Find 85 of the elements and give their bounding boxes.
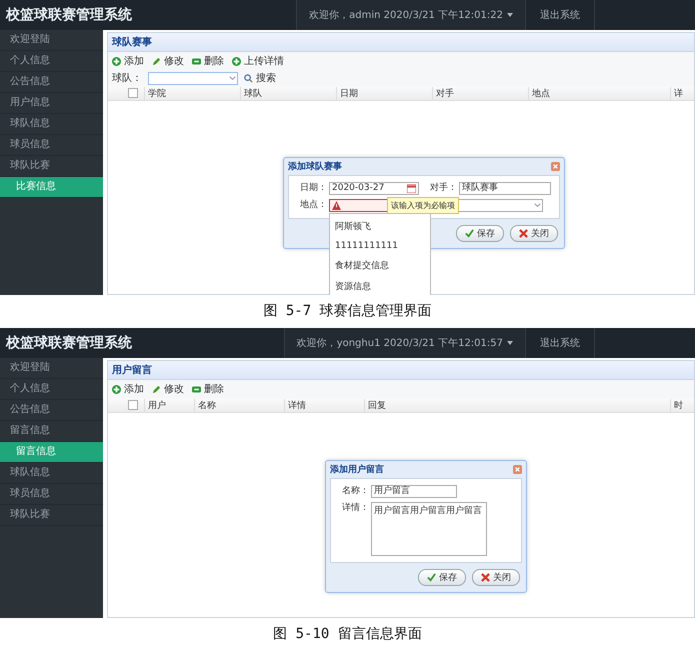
field-label: 对手： <box>429 182 457 194</box>
column-header[interactable]: 日期 <box>336 86 432 100</box>
user-menu[interactable]: 欢迎你，yonghu1 2020/3/21 下午12:01:57 <box>284 328 526 358</box>
field-label: 详情： <box>341 502 369 514</box>
sidebar-item[interactable]: 公告信息 <box>0 400 103 421</box>
date-field[interactable]: 2020-03-27 <box>329 182 419 195</box>
check-icon <box>465 229 474 238</box>
input-field[interactable]: 用户留言 <box>371 485 457 498</box>
column-header[interactable]: 对手 <box>432 86 528 100</box>
sidebar-item[interactable]: 球队比赛 <box>0 505 103 526</box>
sidebar-item[interactable]: 欢迎登陆 <box>0 358 103 379</box>
error-tooltip: 该输入项为必输项 <box>387 197 459 214</box>
toolbar-button[interactable]: 添加 <box>112 54 144 68</box>
close-button[interactable]: 关闭 <box>472 569 520 586</box>
column-header[interactable]: 时 <box>670 398 694 412</box>
filter-label: 球队： <box>112 72 142 85</box>
close-button[interactable]: 关闭 <box>510 225 558 242</box>
sidebar-item[interactable]: 球队信息 <box>0 463 103 484</box>
column-header[interactable]: 用户 <box>144 398 194 412</box>
minus-icon <box>192 384 201 394</box>
save-button[interactable]: 保存 <box>418 569 466 586</box>
app-title: 校篮球联赛管理系统 <box>4 334 133 352</box>
select-all-checkbox[interactable] <box>128 88 138 98</box>
sidebar-item[interactable]: 个人信息 <box>0 379 103 400</box>
caret-icon <box>507 341 513 345</box>
sidebar-item[interactable]: 欢迎登陆 <box>0 30 103 51</box>
app-title: 校篮球联赛管理系统 <box>4 6 133 24</box>
column-header[interactable]: 学院 <box>144 86 240 100</box>
dropdown-option[interactable]: 阿斯顿飞 <box>330 216 430 237</box>
dropdown-option[interactable]: 资源信息 <box>330 276 430 295</box>
close-icon <box>519 229 528 238</box>
dropdown-option[interactable]: 食材提交信息 <box>330 255 430 276</box>
sidebar-item[interactable]: 个人信息 <box>0 51 103 72</box>
check-icon <box>427 573 436 582</box>
input-field[interactable]: 球队赛事 <box>459 182 551 195</box>
toolbar-button[interactable]: 修改 <box>152 382 184 396</box>
field-label: 名称： <box>341 485 369 497</box>
toolbar-button[interactable]: 添加 <box>112 382 144 396</box>
column-header[interactable]: 名称 <box>194 398 284 412</box>
warning-icon <box>332 201 341 210</box>
plus-icon <box>112 384 121 394</box>
panel-title: 用户留言 <box>108 361 694 380</box>
close-icon[interactable] <box>513 465 522 474</box>
team-select[interactable] <box>148 72 238 84</box>
toolbar-button[interactable]: 修改 <box>152 54 184 68</box>
column-header[interactable]: 回复 <box>364 398 670 412</box>
select-all-checkbox[interactable] <box>128 400 138 410</box>
field-label: 地点： <box>299 199 327 211</box>
close-icon[interactable] <box>551 162 560 171</box>
logout-button[interactable]: 退出系统 <box>526 328 595 358</box>
dialog-title: 添加用户留言 <box>330 463 384 476</box>
minus-icon <box>192 56 201 66</box>
panel-title: 球队赛事 <box>108 33 694 52</box>
user-menu[interactable]: 欢迎你，admin 2020/3/21 下午12:01:22 <box>296 0 526 30</box>
sidebar-item[interactable]: 球员信息 <box>0 484 103 505</box>
dialog-title: 添加球队赛事 <box>288 160 342 173</box>
sidebar-item[interactable]: 球员信息 <box>0 135 103 156</box>
caret-icon <box>228 74 237 82</box>
sidebar-item[interactable]: 球队信息 <box>0 114 103 135</box>
caret-icon <box>533 201 542 210</box>
textarea-field[interactable]: 用户留言用户留言用户留言 <box>371 502 487 556</box>
dropdown-option[interactable]: 11111111111 <box>330 237 430 255</box>
figure-caption: 图 5-7 球赛信息管理界面 <box>262 302 433 321</box>
toolbar-button[interactable]: 删除 <box>192 54 224 68</box>
caret-icon <box>507 13 513 17</box>
close-icon <box>481 573 490 582</box>
plus-icon <box>232 56 241 66</box>
sidebar-item[interactable]: 用户信息 <box>0 93 103 114</box>
pencil-icon <box>152 384 161 394</box>
toolbar-button[interactable]: 上传详情 <box>232 54 284 68</box>
pencil-icon <box>152 56 161 66</box>
figure-caption: 图 5-10 留言信息界面 <box>272 625 423 644</box>
plus-icon <box>112 56 121 66</box>
column-header[interactable]: 球队 <box>240 86 336 100</box>
sidebar-item[interactable]: 公告信息 <box>0 72 103 93</box>
search-button[interactable]: 搜索 <box>244 71 276 85</box>
field-label: 日期： <box>299 182 327 194</box>
logout-button[interactable]: 退出系统 <box>526 0 595 30</box>
column-header[interactable]: 地点 <box>528 86 670 100</box>
column-header[interactable]: 详情 <box>284 398 364 412</box>
search-icon <box>244 74 253 82</box>
toolbar-button[interactable]: 删除 <box>192 382 224 396</box>
column-header[interactable]: 详 <box>670 86 694 100</box>
calendar-icon <box>407 184 416 193</box>
save-button[interactable]: 保存 <box>456 225 504 242</box>
